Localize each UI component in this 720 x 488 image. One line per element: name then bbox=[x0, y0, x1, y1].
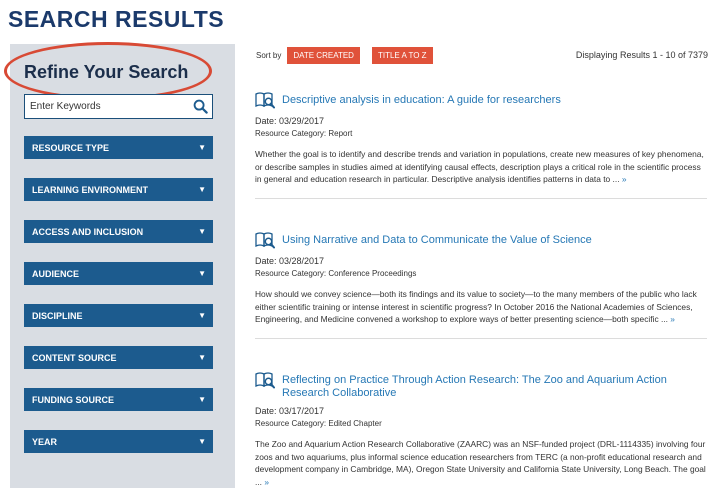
result-description: How should we convey science—both its fi… bbox=[255, 288, 707, 326]
refine-sidebar: Refine Your Search RESOURCE TYPE ▼ LEARN… bbox=[4, 42, 235, 488]
facet-content-source[interactable]: CONTENT SOURCE ▼ bbox=[24, 346, 213, 369]
result-date: Date: 03/29/2017 bbox=[255, 116, 325, 126]
facet-label: ACCESS AND INCLUSION bbox=[32, 226, 144, 237]
chevron-down-icon: ▼ bbox=[198, 353, 206, 362]
divider bbox=[255, 197, 707, 199]
read-more-link[interactable]: » bbox=[622, 174, 627, 184]
sort-bar: Sort by DATE CREATED TITLE A TO Z Displa… bbox=[256, 46, 708, 64]
description-text: Whether the goal is to identify and desc… bbox=[255, 149, 704, 184]
result-item: Reflecting on Practice Through Action Re… bbox=[255, 370, 707, 488]
facet-label: RESOURCE TYPE bbox=[32, 142, 110, 153]
result-category: Resource Category: Conference Proceeding… bbox=[255, 269, 417, 278]
result-description: Whether the goal is to identify and desc… bbox=[255, 148, 707, 186]
book-icon bbox=[255, 230, 275, 250]
result-category: Resource Category: Report bbox=[255, 129, 353, 138]
sort-date-created-button[interactable]: DATE CREATED bbox=[287, 46, 360, 64]
result-date: Date: 03/17/2017 bbox=[255, 406, 325, 416]
facet-label: DISCIPLINE bbox=[32, 310, 83, 321]
refine-title: Refine Your Search bbox=[24, 62, 189, 82]
facet-label: FUNDING SOURCE bbox=[32, 394, 115, 405]
facet-audience[interactable]: AUDIENCE ▼ bbox=[24, 262, 213, 285]
result-item: Descriptive analysis in education: A gui… bbox=[255, 90, 707, 199]
keyword-search-box bbox=[24, 94, 213, 119]
chevron-down-icon: ▼ bbox=[198, 311, 206, 320]
facet-funding-source[interactable]: FUNDING SOURCE ▼ bbox=[24, 388, 213, 411]
facet-discipline[interactable]: DISCIPLINE ▼ bbox=[24, 304, 213, 327]
description-text: How should we convey science—both its fi… bbox=[255, 289, 697, 324]
facet-label: LEARNING ENVIRONMENT bbox=[32, 184, 149, 195]
result-title-link[interactable]: Reflecting on Practice Through Action Re… bbox=[282, 370, 707, 400]
results-count: Displaying Results 1 - 10 of 7379 bbox=[575, 50, 708, 60]
result-description: The Zoo and Aquarium Action Research Col… bbox=[255, 438, 707, 488]
sort-label: Sort by bbox=[256, 50, 282, 60]
result-category: Resource Category: Edited Chapter bbox=[255, 419, 382, 428]
facet-label: CONTENT SOURCE bbox=[32, 352, 117, 363]
result-title-link[interactable]: Using Narrative and Data to Communicate … bbox=[282, 230, 592, 247]
book-icon bbox=[255, 370, 275, 390]
facet-resource-type[interactable]: RESOURCE TYPE ▼ bbox=[24, 136, 213, 159]
chevron-down-icon: ▼ bbox=[198, 185, 206, 194]
chevron-down-icon: ▼ bbox=[198, 227, 206, 236]
read-more-link[interactable]: » bbox=[670, 314, 675, 324]
result-item: Using Narrative and Data to Communicate … bbox=[255, 230, 707, 339]
facet-year[interactable]: YEAR ▼ bbox=[24, 430, 213, 453]
description-text: The Zoo and Aquarium Action Research Col… bbox=[255, 439, 706, 487]
result-date: Date: 03/28/2017 bbox=[255, 256, 325, 266]
chevron-down-icon: ▼ bbox=[198, 269, 206, 278]
page-title: SEARCH RESULTS bbox=[8, 6, 225, 32]
facet-learning-environment[interactable]: LEARNING ENVIRONMENT ▼ bbox=[24, 178, 213, 201]
chevron-down-icon: ▼ bbox=[198, 143, 206, 152]
book-icon bbox=[255, 90, 275, 110]
divider bbox=[255, 337, 707, 339]
chevron-down-icon: ▼ bbox=[198, 395, 206, 404]
sort-title-button[interactable]: TITLE A TO Z bbox=[371, 46, 433, 64]
keyword-search-input[interactable] bbox=[25, 95, 188, 118]
facet-label: YEAR bbox=[32, 436, 58, 447]
read-more-link[interactable]: » bbox=[264, 477, 269, 487]
facet-access-and-inclusion[interactable]: ACCESS AND INCLUSION ▼ bbox=[24, 220, 213, 243]
chevron-down-icon: ▼ bbox=[198, 437, 206, 446]
search-icon[interactable] bbox=[188, 95, 212, 118]
result-title-link[interactable]: Descriptive analysis in education: A gui… bbox=[282, 90, 561, 107]
facet-label: AUDIENCE bbox=[32, 268, 80, 279]
